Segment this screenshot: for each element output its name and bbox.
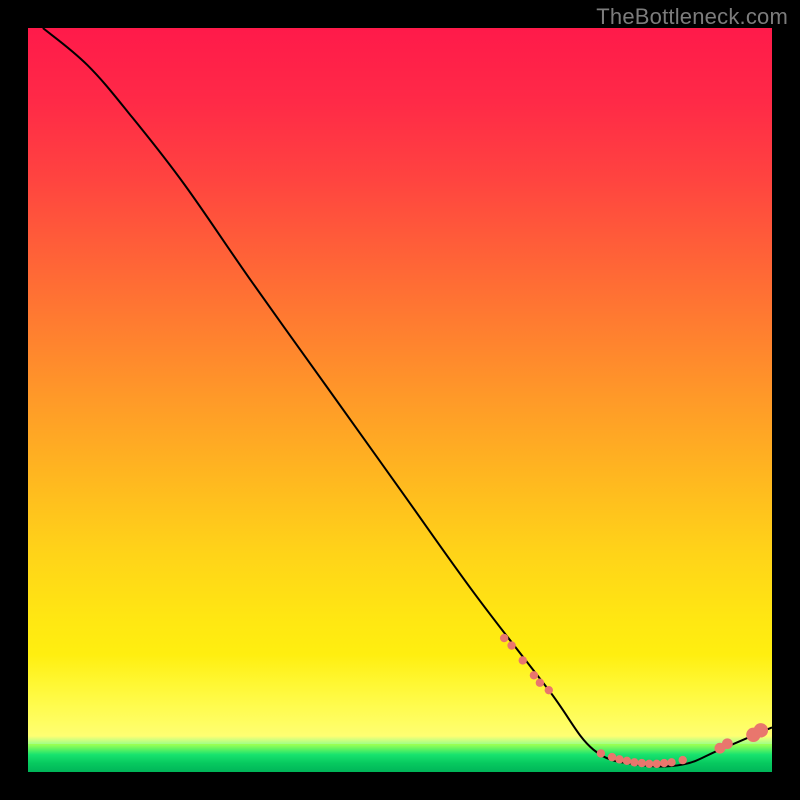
data-markers (500, 634, 768, 768)
data-point-marker (679, 756, 687, 764)
data-point-marker (536, 679, 544, 687)
data-point-marker (545, 686, 553, 694)
watermark-text: TheBottleneck.com (596, 4, 788, 30)
data-point-marker (645, 760, 653, 768)
data-point-marker (652, 760, 660, 768)
data-point-marker (519, 656, 527, 664)
data-point-marker (660, 759, 668, 767)
data-point-marker (597, 749, 605, 757)
chart-svg (28, 28, 772, 772)
data-point-marker (530, 671, 538, 679)
plot-area (28, 28, 772, 772)
chart-frame: TheBottleneck.com (0, 0, 800, 800)
data-point-marker (630, 758, 638, 766)
data-point-marker (667, 758, 675, 766)
data-point-marker (623, 757, 631, 765)
data-point-marker (608, 753, 616, 761)
data-point-marker (615, 755, 623, 763)
data-point-marker (638, 759, 646, 767)
data-point-marker (722, 738, 733, 749)
data-point-marker (507, 641, 515, 649)
data-point-marker (754, 723, 768, 737)
bottleneck-curve (43, 28, 772, 767)
data-point-marker (500, 634, 508, 642)
